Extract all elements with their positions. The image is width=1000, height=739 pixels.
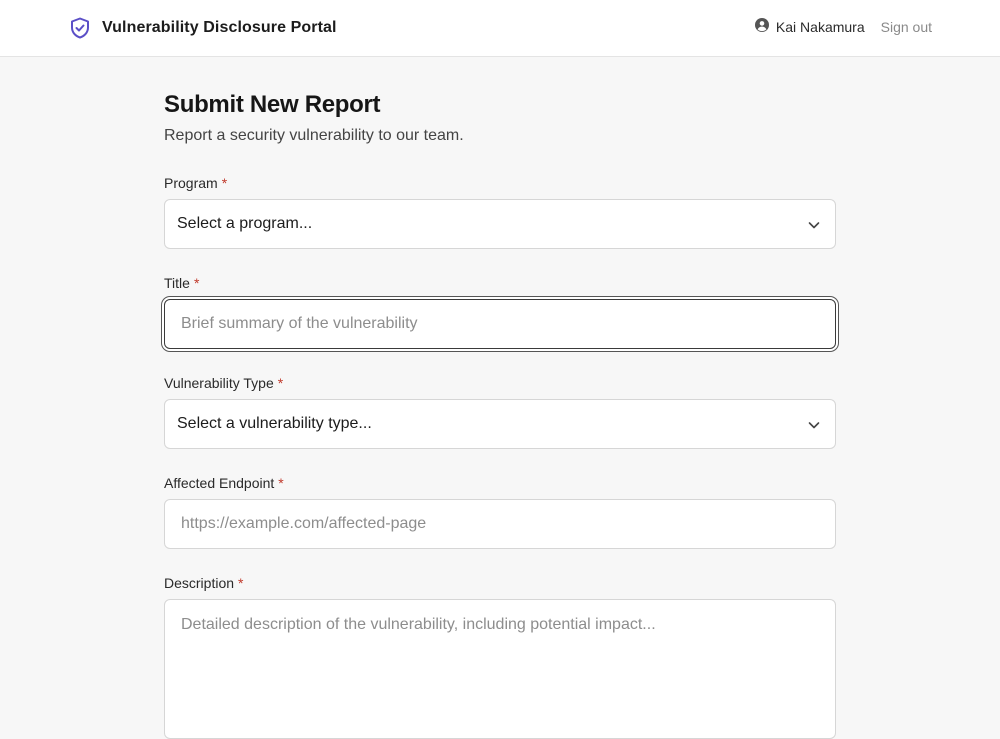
user-name: Kai Nakamura <box>775 18 865 35</box>
required-marker: * <box>193 275 200 291</box>
shield-check-icon <box>68 16 92 40</box>
portal-title: Vulnerability Disclosure Portal <box>102 19 337 36</box>
affected-endpoint-placeholder: https://example.com/affected-page <box>181 515 427 532</box>
description-textarea[interactable]: Detailed description of the vulnerabilit… <box>164 599 836 739</box>
vulnerability-type-select-value: Select a vulnerability type... <box>177 415 372 432</box>
description-label: Description * <box>164 575 244 591</box>
description-placeholder: Detailed description of the vulnerabilit… <box>181 616 656 633</box>
affected-endpoint-input[interactable]: https://example.com/affected-page <box>164 499 836 549</box>
vulnerability-type-label: Vulnerability Type * <box>164 375 284 391</box>
program-label: Program * <box>164 175 228 191</box>
page-subtitle: Report a security vulnerability to our t… <box>164 127 464 144</box>
affected-endpoint-label: Affected Endpoint * <box>164 475 284 491</box>
title-field: Title * Brief summary of the vulnerabilit… <box>164 274 836 349</box>
title-label: Title * <box>164 275 200 291</box>
user-circle-icon <box>754 18 769 35</box>
description-field: Description * Detailed description of the… <box>164 574 836 739</box>
brand[interactable]: Vulnerability Disclosure Portal <box>68 16 337 40</box>
chevron-down-icon <box>807 218 821 237</box>
chevron-down-icon <box>807 418 821 437</box>
required-marker: * <box>221 175 228 191</box>
title-input[interactable]: Brief summary of the vulnerability <box>164 299 836 349</box>
program-select[interactable]: Select a program... <box>164 199 836 249</box>
program-select-value: Select a program... <box>177 215 313 232</box>
required-marker: * <box>277 375 284 391</box>
affected-endpoint-field: Affected Endpoint * https://example.com/a… <box>164 474 836 549</box>
sign-out-link[interactable]: Sign out <box>881 19 932 35</box>
vulnerability-type-select[interactable]: Select a vulnerability type... <box>164 399 836 449</box>
report-form-container: Submit New Report Report a security vuln… <box>164 88 836 739</box>
program-field: Program * Select a program... <box>164 174 836 249</box>
top-navigation-bar: Vulnerability Disclosure Portal Kai Naka… <box>0 0 1000 57</box>
required-marker: * <box>278 475 284 491</box>
required-marker: * <box>238 575 244 591</box>
title-input-placeholder: Brief summary of the vulnerability <box>181 315 418 332</box>
vulnerability-type-field: Vulnerability Type * Select a vulnerabili… <box>164 374 836 449</box>
page-title: Submit New Report <box>164 91 381 118</box>
user-menu: Kai Nakamura Sign out <box>754 18 932 35</box>
